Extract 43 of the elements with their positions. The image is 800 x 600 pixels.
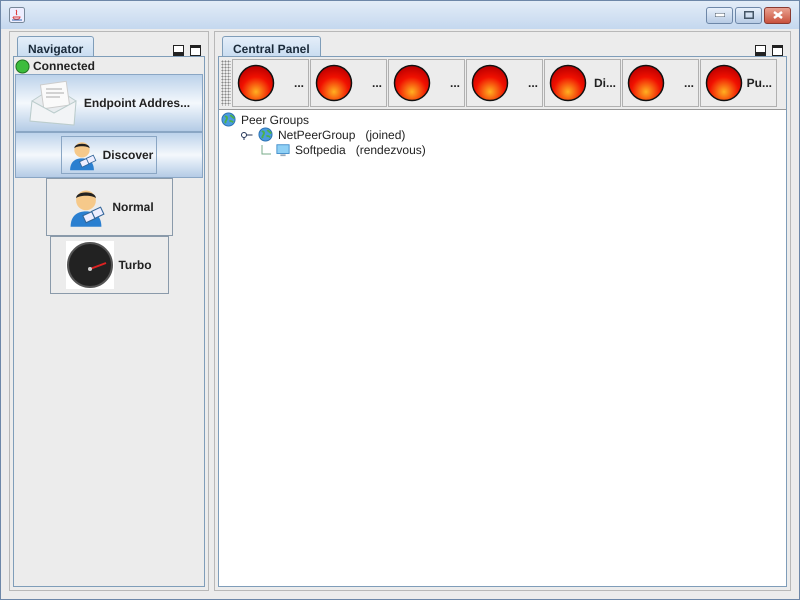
restore-icon — [744, 11, 754, 19]
restore-button[interactable] — [735, 6, 762, 24]
close-button[interactable] — [764, 6, 791, 24]
close-icon — [772, 11, 782, 19]
toolbar-button[interactable]: ... — [310, 59, 387, 107]
tree-node-label[interactable]: Softpedia (rendezvous) — [295, 140, 426, 158]
tree-connector-icon — [261, 144, 271, 154]
minimize-button[interactable] — [706, 6, 733, 24]
maximize-panel-icon[interactable] — [772, 45, 783, 56]
toolbar-button[interactable]: ... — [466, 59, 543, 107]
navigator-button[interactable]: Endpoint Addres... — [15, 74, 203, 132]
panel-tab[interactable]: Navigator — [17, 36, 94, 56]
status-light-icon — [315, 64, 353, 102]
toolbar-grip[interactable] — [221, 60, 231, 106]
status-light-icon — [393, 64, 431, 102]
status-light-icon — [627, 64, 665, 102]
navigator-button[interactable]: Normal — [46, 178, 172, 236]
toolbar-button[interactable]: ... — [388, 59, 465, 107]
navigator-button[interactable]: Discover — [15, 132, 203, 178]
expanded-node-handle-icon[interactable] — [241, 130, 253, 140]
tree-node-label[interactable]: NetPeerGroup (joined) — [278, 126, 406, 144]
monitor-icon — [276, 142, 290, 156]
maximize-panel-icon[interactable] — [190, 45, 201, 56]
panel-tab[interactable]: Central Panel — [222, 36, 321, 56]
globe-icon — [221, 112, 236, 127]
toolbar-button[interactable]: ... — [232, 59, 309, 107]
minimize-panel-icon[interactable] — [755, 45, 766, 56]
globe-icon — [258, 127, 273, 142]
connection-status: Connected — [33, 58, 96, 75]
coffee-cup-icon — [9, 7, 25, 23]
minimize-icon — [714, 13, 724, 17]
status-light-icon — [705, 64, 743, 102]
status-light-icon — [237, 64, 275, 102]
status-light-icon — [549, 64, 587, 102]
toolbar-button[interactable]: ... — [622, 59, 699, 107]
tree-node-label[interactable]: Peer Groups — [241, 110, 310, 128]
toolbar-button[interactable]: Pu... — [700, 59, 777, 107]
minimize-panel-icon[interactable] — [173, 45, 184, 56]
navigator-button[interactable]: Turbo — [50, 236, 168, 294]
toolbar-button[interactable]: Di... — [544, 59, 621, 107]
status-light-icon — [471, 64, 509, 102]
status-dot-icon — [15, 58, 30, 74]
speed-gauge-icon — [66, 241, 114, 289]
